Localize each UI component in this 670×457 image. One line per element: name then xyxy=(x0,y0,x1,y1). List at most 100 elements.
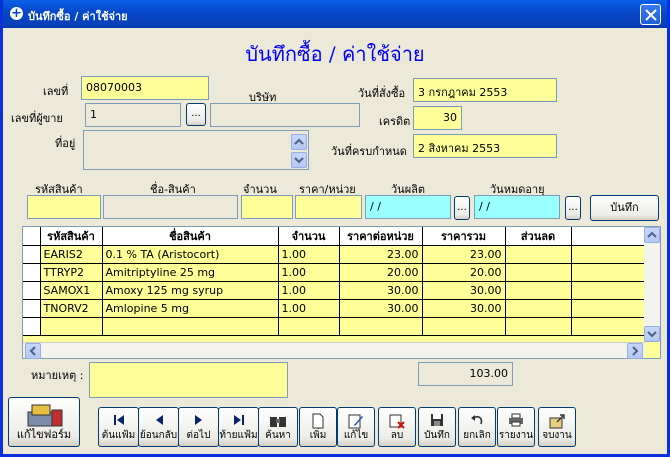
vendor-browse-button[interactable]: ... xyxy=(186,103,206,126)
scroll-right-button[interactable] xyxy=(627,343,643,359)
column-header[interactable]: ชื่อสินค้า xyxy=(102,227,279,246)
row-indicator[interactable] xyxy=(23,263,41,282)
last-record-label: ท้ายแฟ้ม xyxy=(219,430,258,441)
doc-no-field[interactable]: 08070003 xyxy=(81,76,209,100)
cell-unit-price[interactable]: 23.00 xyxy=(339,245,423,264)
row-indicator[interactable] xyxy=(23,281,41,300)
cell-discount[interactable] xyxy=(505,317,572,336)
row-indicator[interactable] xyxy=(23,299,41,318)
table-row[interactable]: SAMOX1 Amoxy 125 mg syrup 1.00 30.00 30.… xyxy=(23,281,645,300)
cell-total[interactable]: 30.00 xyxy=(422,299,506,318)
next-record-button[interactable]: ต่อไป xyxy=(178,407,219,447)
cell-name[interactable]: Amitriptyline 25 mg xyxy=(102,263,279,282)
column-header[interactable]: รหัสสินค้า xyxy=(40,227,103,246)
previous-record-button[interactable]: ย้อนกลับ xyxy=(138,407,179,447)
add-button[interactable]: เพิ่ม xyxy=(299,407,337,447)
cell-unit-price[interactable] xyxy=(339,317,423,336)
entry-save-button[interactable]: บันทึก xyxy=(590,195,659,221)
report-button[interactable]: รายงาน xyxy=(497,407,535,447)
cell-blank xyxy=(571,299,645,318)
exp-date-picker-button[interactable]: ... xyxy=(565,196,581,220)
cell-discount[interactable] xyxy=(505,263,572,282)
cell-total[interactable] xyxy=(422,317,506,336)
cell-name[interactable]: Amoxy 125 mg syrup xyxy=(102,281,279,300)
title-bar[interactable]: + บันทึกซื้อ / ค่าใช้จ่าย xyxy=(3,0,667,28)
entry-name-input[interactable] xyxy=(103,195,238,219)
cell-total[interactable]: 23.00 xyxy=(422,245,506,264)
save-label: บันทึก xyxy=(424,430,450,441)
column-header[interactable]: ส่วนลด xyxy=(505,227,572,246)
items-table[interactable]: รหัสสินค้า ชื่อสินค้า จำนวน ราคาต่อหน่วย… xyxy=(22,226,661,359)
cell-qty[interactable] xyxy=(278,317,340,336)
cell-unit-price[interactable]: 30.00 xyxy=(339,281,423,300)
table-row[interactable]: TTRYP2 Amitriptyline 25 mg 1.00 20.00 20… xyxy=(23,263,645,282)
due-date-field[interactable]: 2 สิงหาคม 2553 xyxy=(413,134,557,158)
remark-field[interactable] xyxy=(89,362,288,398)
table-row-new[interactable] xyxy=(23,317,645,336)
cell-code[interactable]: EARIS2 xyxy=(40,245,103,264)
cell-discount[interactable] xyxy=(505,245,572,264)
cell-code[interactable]: TNORV2 xyxy=(40,299,103,318)
scroll-down-button[interactable] xyxy=(644,326,660,342)
row-indicator[interactable] xyxy=(23,317,41,336)
report-label: รายงาน xyxy=(498,430,534,441)
table-row[interactable]: EARIS2 0.1 % TA (Aristocort) 1.00 23.00 … xyxy=(23,245,645,264)
address-scroll-down[interactable] xyxy=(291,152,307,168)
cell-code[interactable]: SAMOX1 xyxy=(40,281,103,300)
column-header[interactable]: ราคาต่อหน่วย xyxy=(339,227,423,246)
cell-name[interactable] xyxy=(102,317,279,336)
cell-total[interactable]: 30.00 xyxy=(422,281,506,300)
last-record-button[interactable]: ท้ายแฟ้ม xyxy=(218,407,259,447)
edit-form-button[interactable]: แก้ไขฟอร์ม xyxy=(8,397,80,447)
cell-total[interactable]: 20.00 xyxy=(422,263,506,282)
cell-unit-price[interactable]: 30.00 xyxy=(339,299,423,318)
company-field[interactable] xyxy=(210,103,360,127)
close-window-button[interactable] xyxy=(640,4,661,25)
table-row[interactable]: TNORV2 Amlopine 5 mg 1.00 30.00 30.00 xyxy=(23,299,645,318)
delete-button[interactable]: ลบ xyxy=(378,407,416,447)
scroll-left-button[interactable] xyxy=(25,343,41,359)
main-window: + บันทึกซื้อ / ค่าใช้จ่าย บันทึกซื้อ / ค… xyxy=(0,0,670,457)
chevron-down-icon xyxy=(647,331,657,338)
column-header[interactable]: ราคารวม xyxy=(422,227,506,246)
entry-qty-input[interactable] xyxy=(241,195,293,219)
credit-label: เครดิต xyxy=(379,115,411,128)
cell-unit-price[interactable]: 20.00 xyxy=(339,263,423,282)
cell-blank xyxy=(571,263,645,282)
delete-label: ลบ xyxy=(390,430,404,441)
cell-qty[interactable]: 1.00 xyxy=(278,245,340,264)
vendor-no-field[interactable]: 1 xyxy=(85,103,181,127)
cell-qty[interactable]: 1.00 xyxy=(278,263,340,282)
entry-price-input[interactable] xyxy=(295,195,362,219)
cell-name[interactable]: Amlopine 5 mg xyxy=(102,299,279,318)
cell-discount[interactable] xyxy=(505,281,572,300)
save-button[interactable]: บันทึก xyxy=(418,407,456,447)
credit-field[interactable]: 30 xyxy=(413,106,462,130)
cell-code[interactable]: TTRYP2 xyxy=(40,263,103,282)
cell-qty[interactable]: 1.00 xyxy=(278,299,340,318)
entry-exp-input[interactable]: / / xyxy=(474,195,560,219)
previous-record-label: ย้อนกลับ xyxy=(139,430,178,441)
table-vertical-scrollbar[interactable] xyxy=(644,227,660,342)
entry-mfg-input[interactable]: / / xyxy=(365,195,451,219)
next-record-label: ต่อไป xyxy=(186,430,211,441)
row-indicator[interactable] xyxy=(23,245,41,264)
table-horizontal-scrollbar[interactable] xyxy=(23,342,645,359)
scroll-up-button[interactable] xyxy=(644,227,660,243)
close-button[interactable]: จบงาน xyxy=(538,407,576,447)
entry-code-input[interactable] xyxy=(27,195,101,219)
cell-code[interactable] xyxy=(40,317,103,336)
close-label: จบงาน xyxy=(542,430,572,441)
edit-button[interactable]: แก้ไข xyxy=(337,407,375,447)
first-record-button[interactable]: ต้นแฟ้ม xyxy=(98,407,139,447)
address-field[interactable] xyxy=(83,130,309,170)
address-scroll-up[interactable] xyxy=(291,134,307,150)
order-date-field[interactable]: 3 กรกฎาคม 2553 xyxy=(413,78,557,102)
cell-name[interactable]: 0.1 % TA (Aristocort) xyxy=(102,245,279,264)
cancel-button[interactable]: ยกเลิก xyxy=(458,407,496,447)
cell-qty[interactable]: 1.00 xyxy=(278,281,340,300)
column-header[interactable]: จำนวน xyxy=(278,227,340,246)
search-button[interactable]: ค้นหา xyxy=(258,407,298,447)
cell-discount[interactable] xyxy=(505,299,572,318)
mfg-date-picker-button[interactable]: ... xyxy=(454,196,470,220)
